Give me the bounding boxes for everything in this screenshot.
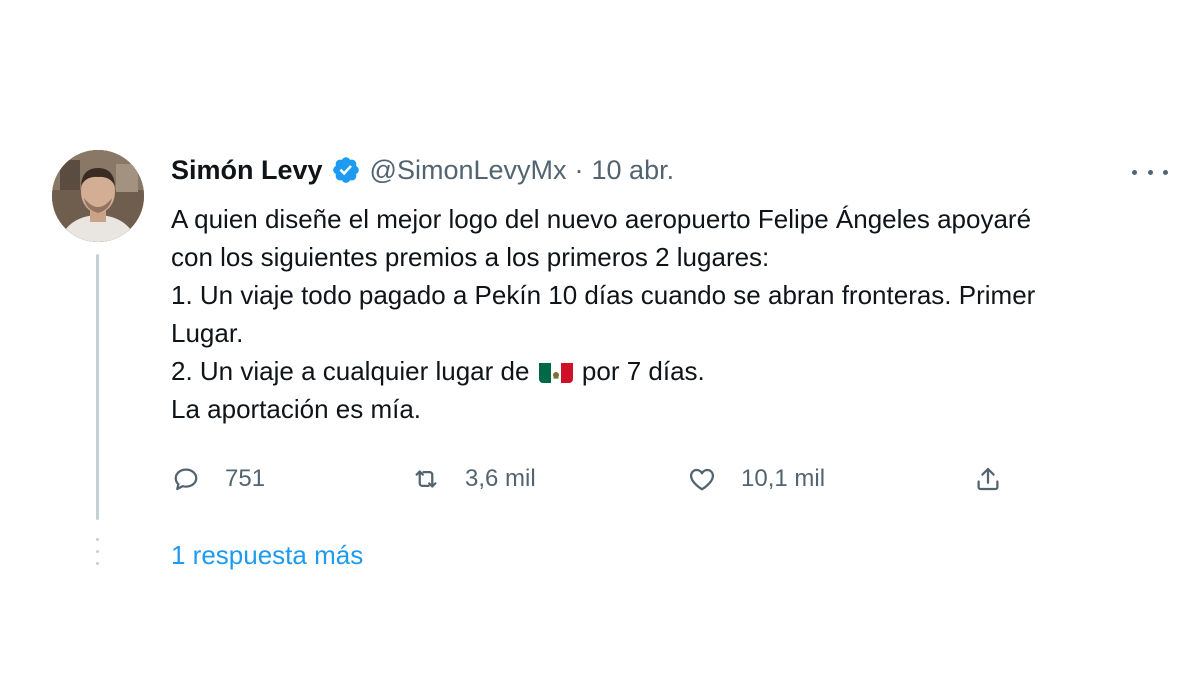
tweet-text: A quien diseñe el mejor logo del nuevo a… bbox=[171, 200, 1171, 428]
share-button[interactable] bbox=[973, 458, 1003, 500]
tweet-text-segment: 2. Un viaje a cualquier lugar de bbox=[171, 356, 530, 386]
tweet-text-segment: por 7 días. bbox=[581, 356, 705, 386]
tweet-text-line: Lugar. bbox=[171, 318, 244, 348]
retweet-button[interactable]: 3,6 mil bbox=[411, 458, 536, 500]
mexico-flag-icon bbox=[538, 359, 573, 383]
like-icon bbox=[689, 468, 715, 491]
tweet-header: Simón Levy @SimonLevyMx · 10 abr. bbox=[171, 152, 674, 188]
reply-button[interactable]: 751 bbox=[171, 458, 265, 500]
share-icon bbox=[977, 467, 999, 491]
display-name[interactable]: Simón Levy bbox=[171, 155, 323, 186]
retweet-count: 3,6 mil bbox=[465, 465, 536, 492]
more-replies-link[interactable]: 1 respuesta más bbox=[171, 540, 363, 571]
retweet-icon bbox=[415, 470, 437, 488]
tweet: Simón Levy @SimonLevyMx · 10 abr. A quie… bbox=[0, 0, 1200, 675]
avatar[interactable] bbox=[52, 150, 144, 242]
reply-icon bbox=[174, 468, 198, 491]
tweet-text-line: 1. Un viaje todo pagado a Pekín 10 días … bbox=[171, 280, 1036, 310]
timestamp[interactable]: 10 abr. bbox=[592, 155, 675, 186]
more-icon[interactable] bbox=[1132, 160, 1168, 184]
tweet-text-line: A quien diseñe el mejor logo del nuevo a… bbox=[171, 204, 1032, 234]
verified-badge-icon bbox=[331, 155, 361, 185]
tweet-text-line: La aportación es mía. bbox=[171, 394, 422, 424]
handle[interactable]: @SimonLevyMx bbox=[370, 155, 567, 186]
thread-line bbox=[96, 254, 99, 520]
avatar-photo bbox=[52, 150, 144, 242]
like-button[interactable]: 10,1 mil bbox=[687, 458, 825, 500]
tweet-text-line: 2. Un viaje a cualquier lugar de por 7 d… bbox=[171, 352, 1171, 390]
thread-dots bbox=[96, 538, 99, 574]
like-count: 10,1 mil bbox=[741, 465, 826, 492]
tweet-text-line: con los siguientes premios a los primero… bbox=[171, 242, 770, 272]
separator: · bbox=[574, 154, 584, 185]
reply-count: 751 bbox=[225, 465, 266, 492]
